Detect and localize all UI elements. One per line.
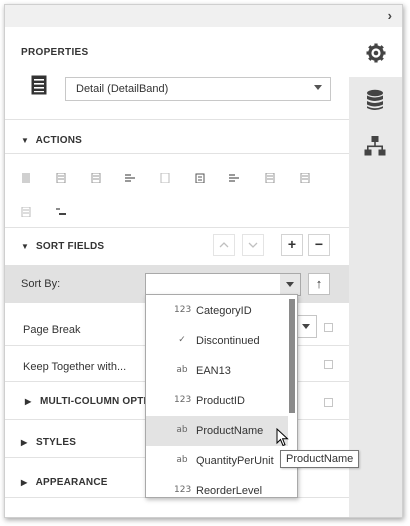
- add-sort-field-button[interactable]: +: [281, 234, 303, 256]
- band-selector-value: Detail (DetailBand): [76, 83, 169, 95]
- chevron-down-icon: [302, 324, 310, 329]
- numeric-field-icon: 123: [174, 305, 192, 315]
- section-actions-label: ACTIONS: [35, 135, 83, 146]
- list-item[interactable]: 123 CategoryID: [146, 296, 288, 326]
- action-icon-9[interactable]: [300, 173, 310, 183]
- list-item[interactable]: 123 ReorderLevel: [146, 476, 288, 497]
- list-item[interactable]: 123 ProductID: [146, 386, 288, 416]
- band-selector[interactable]: Detail (DetailBand): [65, 77, 331, 101]
- action-icon-10[interactable]: [21, 207, 31, 217]
- action-icon-7[interactable]: [229, 173, 239, 183]
- action-icon-2[interactable]: [56, 173, 66, 183]
- database-icon[interactable]: [366, 89, 384, 111]
- section-sort-fields[interactable]: ▼ SORT FIELDS: [21, 241, 104, 252]
- dropdown-scrollbar[interactable]: [289, 299, 295, 413]
- expand-triangle-icon: ▶: [21, 478, 28, 487]
- action-icon-8[interactable]: [265, 173, 275, 183]
- sort-by-label: Sort By:: [21, 278, 61, 290]
- keep-together-label: Keep Together with...: [23, 361, 127, 373]
- section-styles-label: STYLES: [35, 437, 77, 448]
- numeric-field-icon: 123: [174, 395, 192, 405]
- action-icon-1[interactable]: [21, 173, 31, 183]
- hierarchy-icon[interactable]: [364, 135, 386, 157]
- mouse-cursor-icon: [276, 428, 289, 447]
- page-break-label: Page Break: [23, 324, 81, 336]
- text-field-icon: ab: [176, 455, 188, 465]
- list-item-hovered[interactable]: ab ProductName: [146, 416, 288, 446]
- sort-by-dropdown-button[interactable]: [280, 274, 300, 295]
- section-multi-column-label: MULTI-COLUMN OPTIO: [39, 396, 155, 407]
- gear-icon[interactable]: [365, 42, 387, 64]
- action-icon-5[interactable]: [160, 173, 170, 183]
- text-field-icon: ab: [176, 365, 188, 375]
- keep-together-checkbox[interactable]: [324, 360, 333, 369]
- move-down-button[interactable]: [242, 234, 264, 256]
- list-item-label: Discontinued: [196, 335, 260, 347]
- section-sort-fields-label: SORT FIELDS: [35, 241, 105, 252]
- list-item-label: ProductID: [196, 395, 245, 407]
- field-list-dropdown: 123 CategoryID ✓ Discontinued ab EAN13 1…: [145, 294, 298, 498]
- section-multi-column[interactable]: ▶ MULTI-COLUMN OPTIO: [25, 396, 155, 407]
- chevron-down-icon: [248, 242, 258, 248]
- list-item[interactable]: ✓ Discontinued: [146, 326, 288, 356]
- section-appearance-label: APPEARANCE: [35, 477, 108, 488]
- move-up-button[interactable]: [213, 234, 235, 256]
- list-item-label: ProductName: [196, 425, 264, 437]
- list-item-label: CategoryID: [196, 305, 252, 317]
- chevron-right-icon[interactable]: ›: [388, 8, 392, 23]
- action-icon-4[interactable]: [125, 173, 135, 183]
- list-item[interactable]: ab EAN13: [146, 356, 288, 386]
- chevron-down-icon: [314, 85, 322, 90]
- sort-by-combobox[interactable]: [145, 273, 301, 296]
- expand-triangle-icon: ▶: [25, 397, 32, 406]
- multi-column-checkbox[interactable]: [324, 398, 333, 407]
- collapse-triangle-icon: ▼: [21, 136, 30, 145]
- action-icon-11[interactable]: [56, 207, 66, 217]
- band-list-icon: [31, 75, 47, 95]
- panel-topbar: ›: [5, 5, 402, 27]
- field-tooltip: ProductName: [280, 450, 360, 468]
- sort-direction-button[interactable]: ↑: [308, 273, 330, 295]
- collapse-triangle-icon: ▼: [21, 242, 30, 251]
- text-field-icon: ab: [176, 425, 188, 435]
- section-styles[interactable]: ▶ STYLES: [21, 437, 76, 448]
- properties-title: PROPERTIES: [21, 47, 89, 58]
- remove-sort-field-button[interactable]: −: [308, 234, 330, 256]
- right-tab-column: [349, 27, 402, 517]
- boolean-field-icon: ✓: [178, 335, 186, 345]
- divider: [5, 153, 349, 154]
- expand-triangle-icon: ▶: [21, 438, 28, 447]
- list-item-label: ReorderLevel: [196, 485, 263, 497]
- divider: [5, 227, 349, 228]
- section-actions[interactable]: ▼ ACTIONS: [21, 135, 82, 146]
- section-appearance[interactable]: ▶ APPEARANCE: [21, 477, 108, 488]
- list-item-label: EAN13: [196, 365, 231, 377]
- page-break-checkbox[interactable]: [324, 323, 333, 332]
- action-icon-6[interactable]: [195, 173, 205, 183]
- numeric-field-icon: 123: [174, 485, 192, 495]
- chevron-up-icon: [219, 242, 229, 248]
- list-item-label: QuantityPerUnit: [196, 455, 274, 467]
- divider: [5, 119, 349, 120]
- action-icon-3[interactable]: [91, 173, 101, 183]
- list-item[interactable]: ab QuantityPerUnit: [146, 446, 288, 476]
- page-break-dropdown[interactable]: [295, 315, 317, 338]
- chevron-down-icon: [286, 282, 294, 287]
